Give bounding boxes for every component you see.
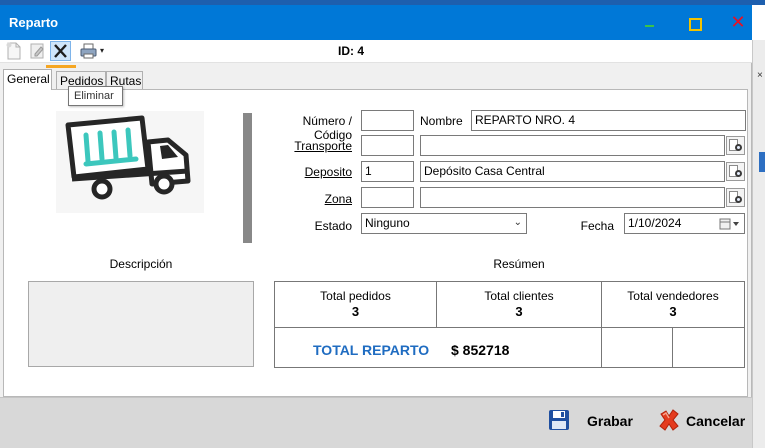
transporte-code-field[interactable] — [361, 135, 414, 156]
tab-general[interactable]: General — [3, 69, 52, 90]
save-button[interactable]: Grabar — [546, 407, 638, 435]
cancel-label: Cancelar — [686, 413, 746, 429]
close-button[interactable]: ✕ — [728, 12, 748, 32]
action-bar: Grabar Cancelar — [0, 397, 752, 448]
new-document-icon — [6, 42, 21, 60]
deposito-link[interactable]: Deposito — [262, 165, 352, 179]
red-x-icon — [659, 409, 679, 431]
edit-button[interactable] — [27, 41, 48, 61]
zona-name-field[interactable] — [420, 187, 725, 208]
maximize-button[interactable] — [684, 12, 704, 32]
zona-code-field[interactable] — [361, 187, 414, 208]
zona-link[interactable]: Zona — [262, 192, 352, 206]
active-tool-indicator — [46, 65, 76, 68]
transporte-lookup-button[interactable] — [726, 136, 745, 155]
reparto-dialog: Reparto ✕ ▾ ID: 4 Eliminar General Pedid… — [0, 0, 765, 448]
nombre-label: Nombre — [420, 114, 463, 128]
descripcion-title: Descripción — [109, 257, 173, 271]
estado-value: Ninguno — [365, 216, 410, 230]
delete-button[interactable] — [50, 41, 71, 61]
numero-label: Número / Código — [302, 114, 352, 142]
resumen-title: Resúmen — [493, 257, 545, 271]
transporte-name-field[interactable] — [420, 135, 725, 156]
edit-document-icon — [30, 43, 44, 59]
descripcion-textarea[interactable] — [28, 281, 254, 367]
delete-x-icon — [54, 44, 67, 58]
calendar-dropdown-icon — [719, 218, 739, 230]
deposito-code-field[interactable]: 1 — [361, 161, 414, 182]
total-pedidos-label: Total pedidos — [320, 289, 391, 303]
total-reparto-label: TOTAL REPARTO — [313, 342, 430, 358]
nombre-field[interactable]: REPARTO NRO. 4 — [471, 110, 746, 131]
total-vendedores-label: Total vendedores — [627, 289, 719, 303]
estado-select[interactable]: Ninguno ⌄ — [361, 213, 527, 234]
total-clientes-value: 3 — [515, 304, 523, 319]
total-vendedores-cell: Total vendedores 3 — [602, 282, 744, 328]
total-pedidos-cell: Total pedidos 3 — [275, 282, 437, 328]
total-clientes-label: Total clientes — [484, 289, 554, 303]
total-reparto-cell: TOTAL REPARTO $ 852718 — [275, 328, 602, 367]
record-id-label: ID: 4 — [338, 44, 365, 58]
new-button[interactable] — [3, 41, 24, 61]
total-vendedores-value: 3 — [669, 304, 677, 319]
numero-field[interactable] — [361, 110, 414, 131]
fecha-date-picker[interactable]: 1/10/2024 — [624, 213, 745, 234]
background-glyph: × — [757, 70, 763, 81]
estado-label: Estado — [314, 219, 352, 233]
printer-icon — [80, 43, 97, 59]
window-title: Reparto — [9, 15, 59, 30]
empty-cell-2 — [673, 328, 744, 367]
fecha-value: 1/10/2024 — [628, 216, 682, 230]
cancel-button[interactable]: Cancelar — [656, 407, 748, 435]
title-bar: Reparto ✕ — [0, 0, 765, 40]
transporte-link[interactable]: Transporte — [262, 139, 352, 153]
tooltip-eliminar: Eliminar — [68, 86, 123, 106]
floppy-disk-icon — [549, 410, 569, 430]
total-reparto-value: $ 852718 — [451, 342, 510, 358]
general-tab-panel: Número / Código Nombre REPARTO NRO. 4 Tr… — [3, 89, 748, 397]
save-label: Grabar — [587, 413, 633, 429]
print-options-dropdown[interactable]: ▾ — [97, 41, 107, 61]
delivery-truck-icon — [56, 111, 204, 213]
section-separator — [243, 113, 252, 243]
total-clientes-cell: Total clientes 3 — [437, 282, 602, 328]
deposito-name-field[interactable]: Depósito Casa Central — [420, 161, 725, 182]
background-window-edge: × — [752, 40, 765, 448]
resumen-box: Total pedidos 3 Total clientes 3 Total v… — [274, 281, 745, 368]
total-pedidos-value: 3 — [351, 304, 360, 319]
title-bar-top-edge — [0, 0, 765, 5]
chevron-down-icon: ⌄ — [513, 217, 522, 228]
minimize-button[interactable] — [640, 12, 660, 32]
print-button[interactable] — [78, 41, 99, 61]
background-blue-block — [759, 152, 765, 172]
empty-cell-1 — [602, 328, 673, 367]
deposito-lookup-button[interactable] — [726, 162, 745, 181]
toolbar: ▾ ID: 4 — [0, 40, 752, 63]
fecha-label: Fecha — [580, 219, 614, 233]
zona-lookup-button[interactable] — [726, 188, 745, 207]
